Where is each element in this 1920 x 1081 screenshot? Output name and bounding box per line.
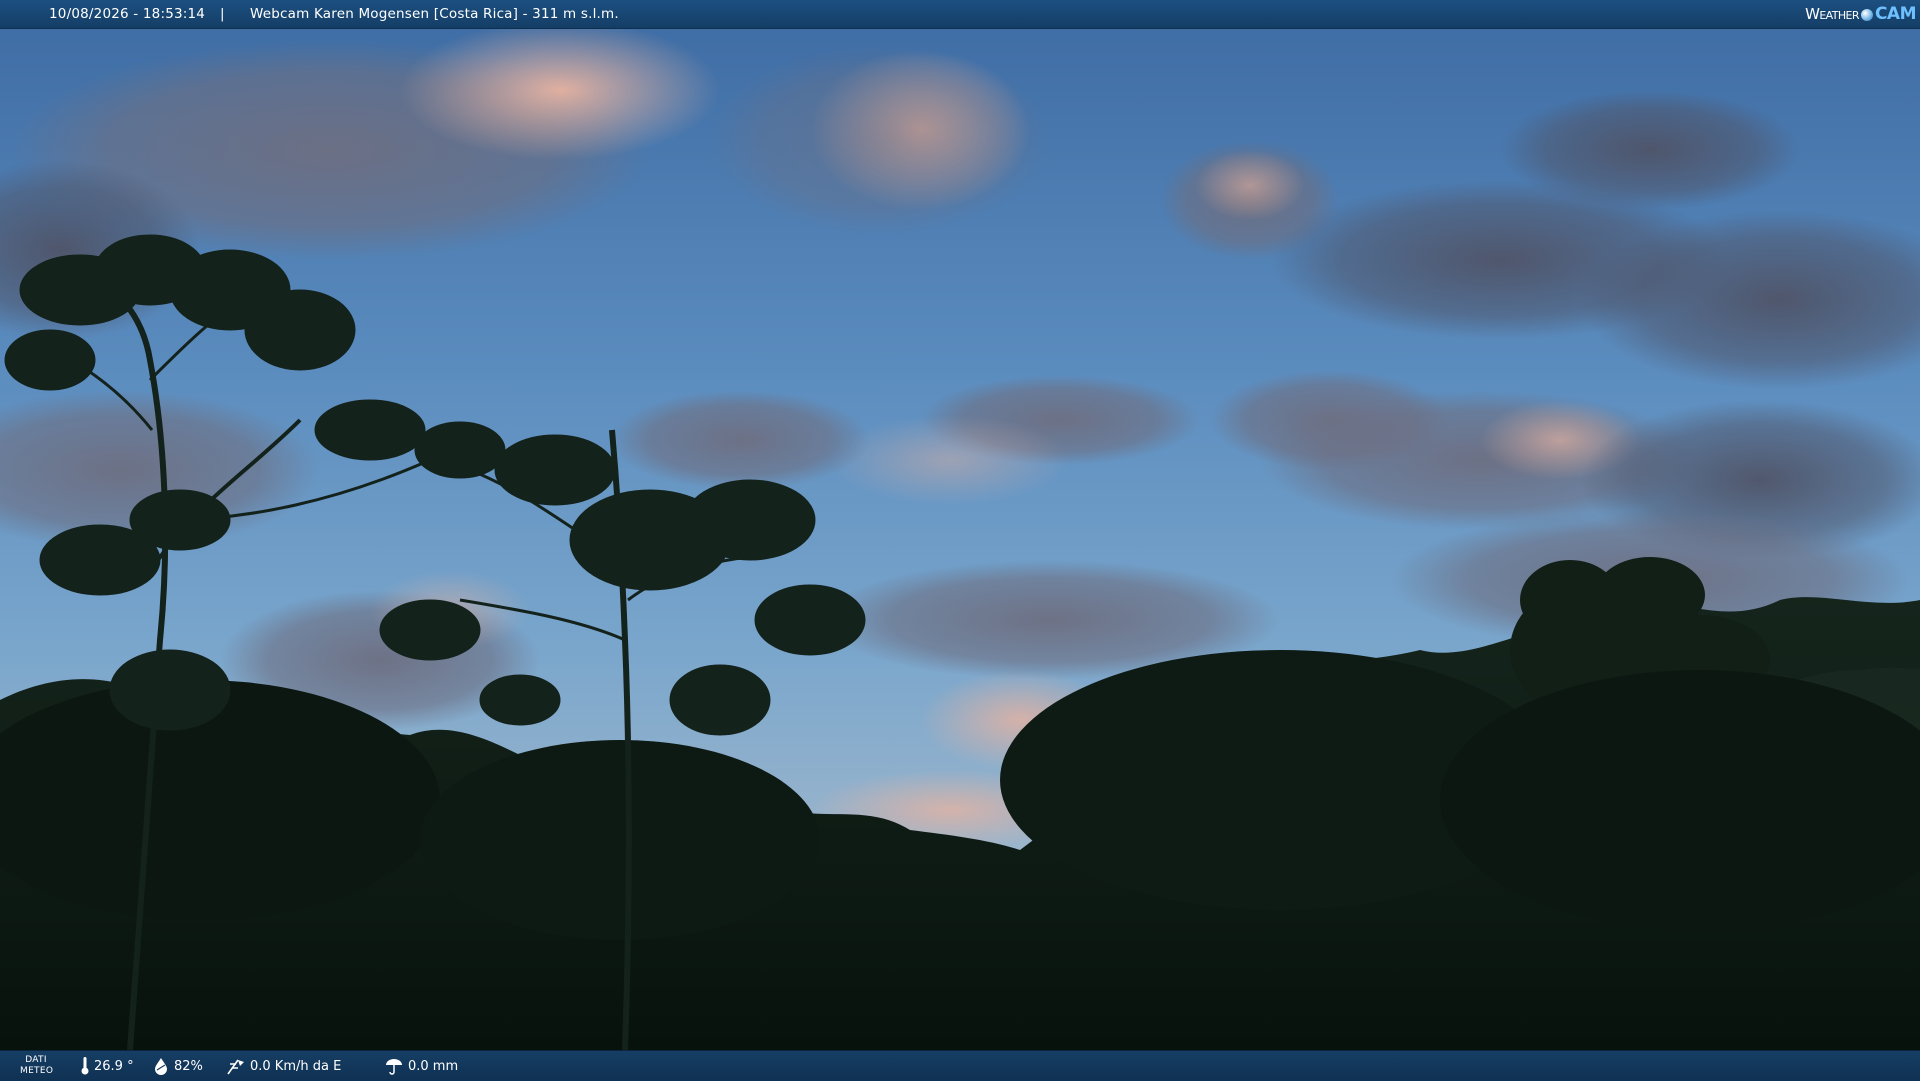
temperature-metric: 26.9 ° bbox=[80, 1051, 134, 1081]
rain-value: 0.0 mm bbox=[408, 1058, 459, 1074]
separator: | bbox=[220, 6, 225, 22]
humidity-value: 82% bbox=[174, 1058, 203, 1074]
thermometer-icon bbox=[81, 1057, 89, 1075]
logo-word: Weather bbox=[1805, 5, 1859, 23]
temperature-value: 26.9 ° bbox=[94, 1058, 134, 1074]
webcam-title: Webcam Karen Mogensen [Costa Rica] - 311… bbox=[250, 6, 619, 22]
wind-metric: 0.0 Km/h da E bbox=[226, 1051, 341, 1081]
wind-value: 0.0 Km/h da E bbox=[250, 1058, 342, 1074]
weather-data-bar: DATI METEO 26.9 ° 82% 0.0 Km/h da E 0.0 … bbox=[0, 1050, 1920, 1081]
humidity-metric: 82% bbox=[152, 1051, 203, 1081]
logo-globe-icon bbox=[1860, 8, 1873, 21]
logo-cam: CAM bbox=[1874, 4, 1917, 24]
timestamp: 10/08/2026 - 18:53:14 bbox=[49, 6, 206, 22]
wind-icon bbox=[227, 1059, 244, 1075]
rain-icon bbox=[386, 1059, 402, 1075]
humidity-icon bbox=[155, 1058, 167, 1075]
rain-metric: 0.0 mm bbox=[384, 1051, 458, 1081]
webcam-image bbox=[0, 0, 1920, 1080]
weathercam-logo: Weather CAM bbox=[1805, 3, 1916, 26]
top-info-bar: 10/08/2026 - 18:53:14 | Webcam Karen Mog… bbox=[0, 0, 1920, 29]
dati-meteo-label: DATI METEO bbox=[20, 1055, 54, 1076]
